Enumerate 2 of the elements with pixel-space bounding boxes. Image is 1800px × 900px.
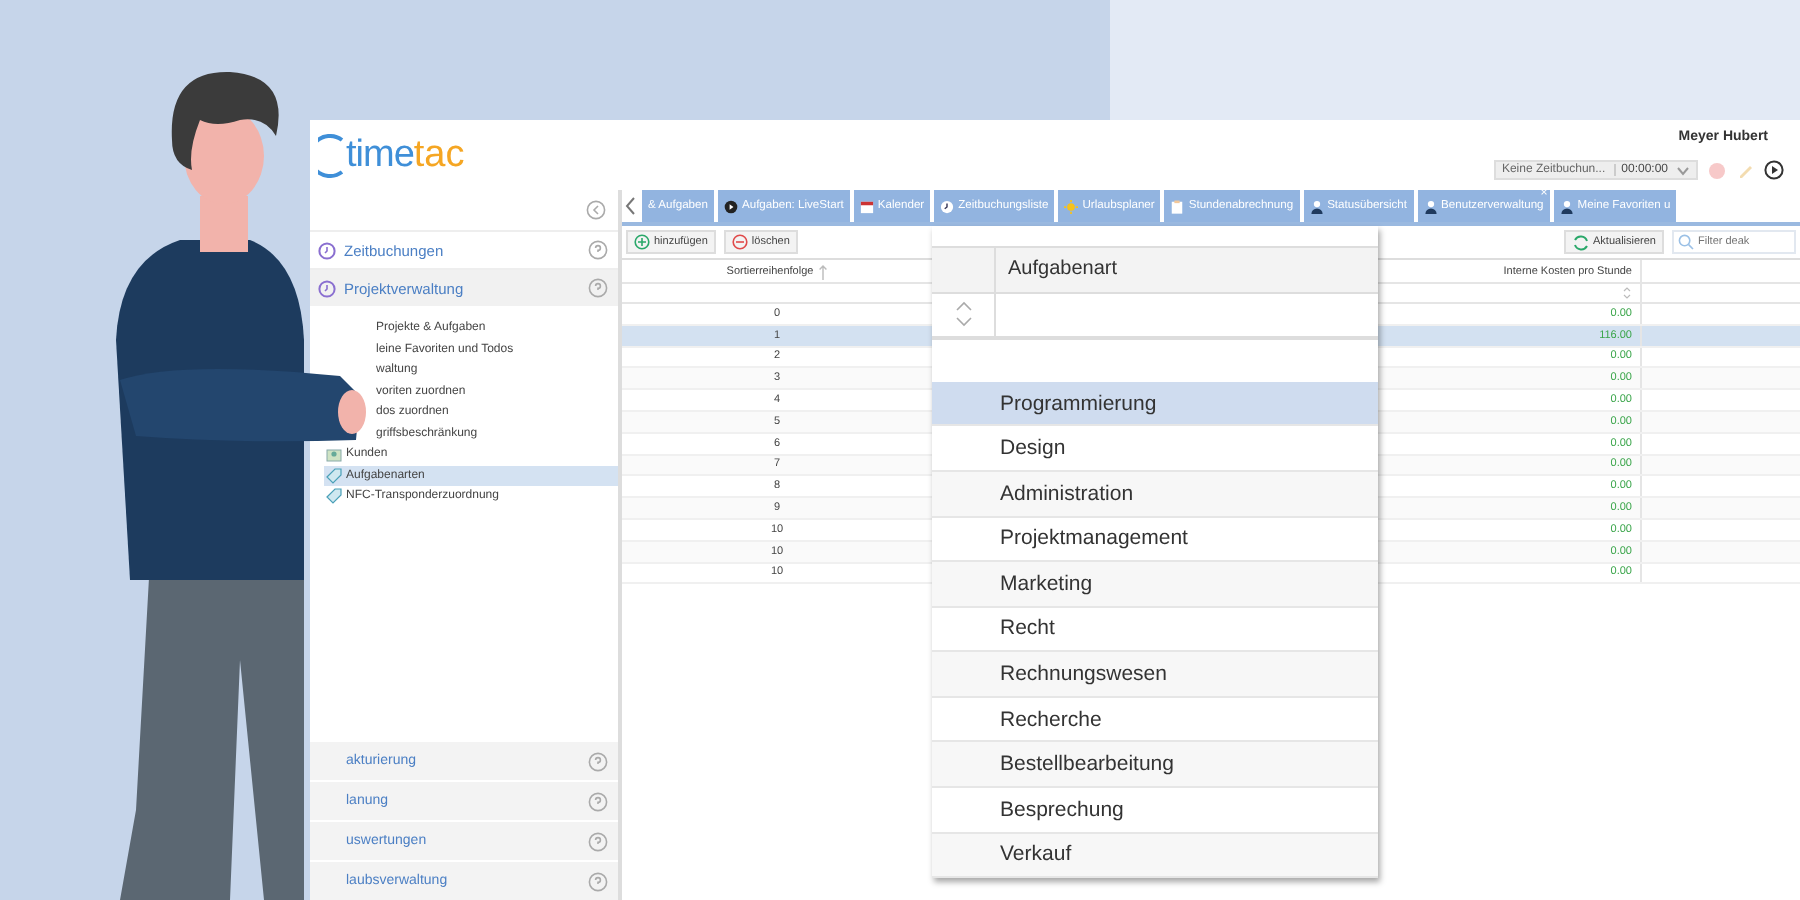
logo-accent-text: tac [413, 134, 465, 178]
logo-text: time [346, 134, 414, 178]
